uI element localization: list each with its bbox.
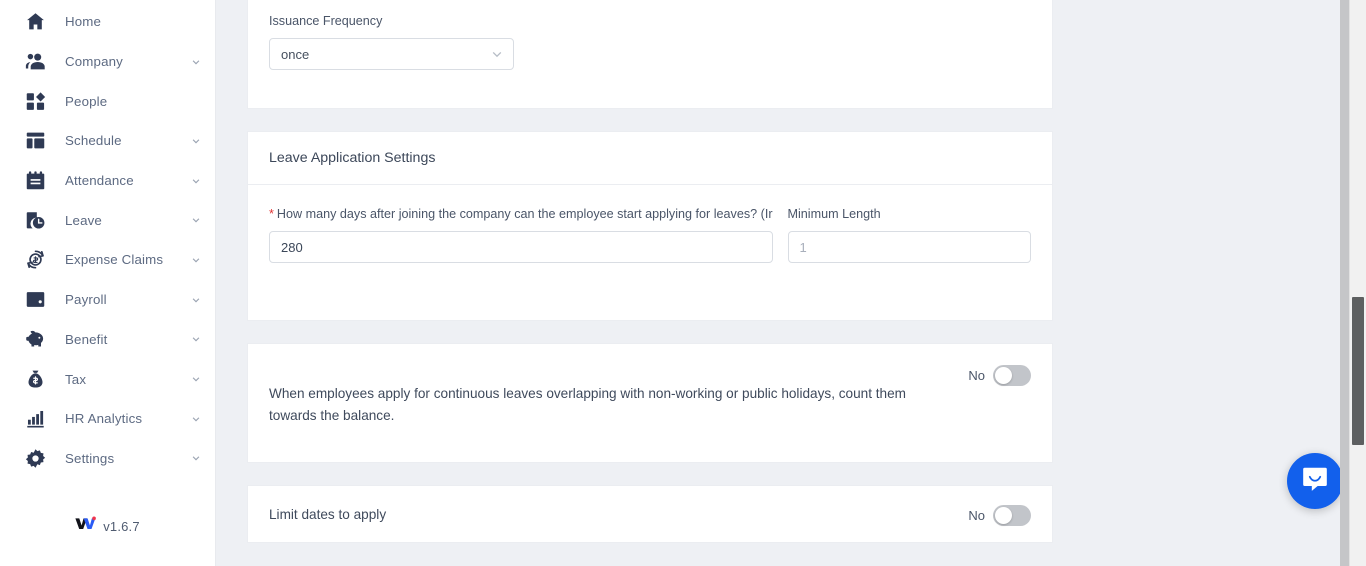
chevron-down-icon[interactable] [191,215,201,225]
minimum-length-label: Minimum Length [787,207,881,221]
limit-dates-text: Limit dates to apply [269,506,387,522]
sidebar-item-label: Payroll [65,292,107,308]
sidebar-item-label: Attendance [65,173,134,189]
holiday-overlap-body: When employees apply for continuous leav… [248,344,1052,462]
required-marker: * [269,207,274,221]
toggle-knob [995,367,1012,384]
sidebar-item-hr-analytics[interactable]: HR Analytics [0,399,215,439]
clock-calendar-icon [24,209,46,231]
leave-fields-row: * How many days after joining the company… [269,206,1031,263]
chevron-down-icon[interactable] [191,453,201,463]
bar-chart-icon [24,408,46,430]
minimum-length-input[interactable]: 1 [787,231,1031,263]
limit-dates-body: Limit dates to apply No [248,486,1052,542]
chevron-down-icon[interactable] [191,414,201,424]
holiday-overlap-text: When employees apply for continuous leav… [269,386,906,423]
leave-application-settings-body: * How many days after joining the company… [248,185,1052,320]
limit-dates-toggle-label: No [968,507,985,523]
sidebar-item-label: Home [65,14,102,30]
sidebar-item-people[interactable]: People [0,81,215,121]
issuance-card-body: Issuance Frequency once [248,1,1052,108]
issuance-frequency-label: Issuance Frequency [269,14,383,28]
joining-days-value: 280 [281,239,303,255]
page-scrollbar[interactable] [1349,0,1366,566]
sidebar-item-company[interactable]: Company [0,42,215,82]
joining-days-input[interactable]: 280 [269,231,773,263]
joining-days-label: * How many days after joining the company… [269,206,773,223]
issuance-frequency-value: once [281,46,310,62]
workstem-w-logo [75,516,97,536]
chevron-down-icon[interactable] [191,255,201,265]
money-bag-icon [24,368,46,390]
issuance-frequency-card: Issuance Frequency once [247,0,1053,109]
leave-application-settings-title: Leave Application Settings [248,132,1052,185]
sidebar: Home Company People Schedule Attendance … [0,0,216,566]
scrollbar-thumb[interactable] [1352,297,1364,445]
minimum-length-value: 1 [799,239,807,255]
home-icon [24,11,46,33]
issuance-frequency-select[interactable]: once [269,38,514,70]
layout-icon [24,130,46,152]
main-content: Issuance Frequency once Leave Applicatio… [216,0,1366,566]
grid-shapes-icon [24,90,46,112]
sidebar-footer: v1.6.7 [0,500,215,566]
sidebar-item-label: Settings [65,450,115,466]
sidebar-item-label: Expense Claims [65,252,164,268]
sidebar-item-label: HR Analytics [65,411,143,427]
sidebar-item-label: Tax [65,371,87,387]
chevron-down-icon[interactable] [191,57,201,67]
sidebar-item-label: People [65,93,108,109]
sidebar-item-home[interactable]: Home [0,2,215,42]
chat-bubble-smile-icon [1300,464,1330,499]
joining-days-label-text: How many days after joining the company … [276,207,773,221]
sidebar-item-label: Schedule [65,133,122,149]
chevron-down-icon[interactable] [191,295,201,305]
gear-icon [24,447,46,469]
holiday-overlap-toggle-label: No [968,368,985,383]
sidebar-item-payroll[interactable]: Payroll [0,280,215,320]
joining-days-field-group: * How many days after joining the company… [269,206,773,263]
holiday-overlap-toggle-group: No [968,363,1031,386]
leave-application-settings-card: Leave Application Settings * How many day… [247,131,1053,321]
sidebar-item-benefit[interactable]: Benefit [0,320,215,360]
sidebar-item-tax[interactable]: Tax [0,359,215,399]
coin-refresh-icon [24,249,46,271]
sidebar-item-schedule[interactable]: Schedule [0,121,215,161]
piggy-bank-icon [24,328,46,350]
limit-dates-toggle[interactable] [993,504,1031,526]
holiday-overlap-toggle[interactable] [993,365,1031,386]
toggle-knob [995,506,1012,524]
sidebar-item-expense-claims[interactable]: Expense Claims [0,240,215,280]
chevron-down-icon[interactable] [191,136,201,146]
chevron-down-icon[interactable] [191,374,201,384]
people-group-icon [24,51,46,73]
limit-dates-toggle-group: No [968,503,1031,526]
viewport-edge-shadow [1340,0,1349,566]
holiday-overlap-card: When employees apply for continuous leav… [247,343,1053,463]
sidebar-item-attendance[interactable]: Attendance [0,161,215,201]
wallet-icon [24,289,46,311]
chevron-down-icon [491,48,503,60]
chevron-down-icon[interactable] [191,176,201,186]
sidebar-item-leave[interactable]: Leave [0,200,215,240]
sidebar-item-label: Benefit [65,331,108,347]
clipboard-icon [24,170,46,192]
chevron-down-icon[interactable] [191,334,201,344]
app-version: v1.6.7 [103,518,140,534]
sidebar-item-label: Company [65,54,123,70]
limit-dates-card: Limit dates to apply No [247,485,1053,543]
sidebar-item-settings[interactable]: Settings [0,439,215,479]
minimum-length-field-group: Minimum Length 1 [787,206,1031,263]
intercom-launcher-button[interactable] [1287,453,1343,509]
sidebar-item-label: Leave [65,212,102,228]
